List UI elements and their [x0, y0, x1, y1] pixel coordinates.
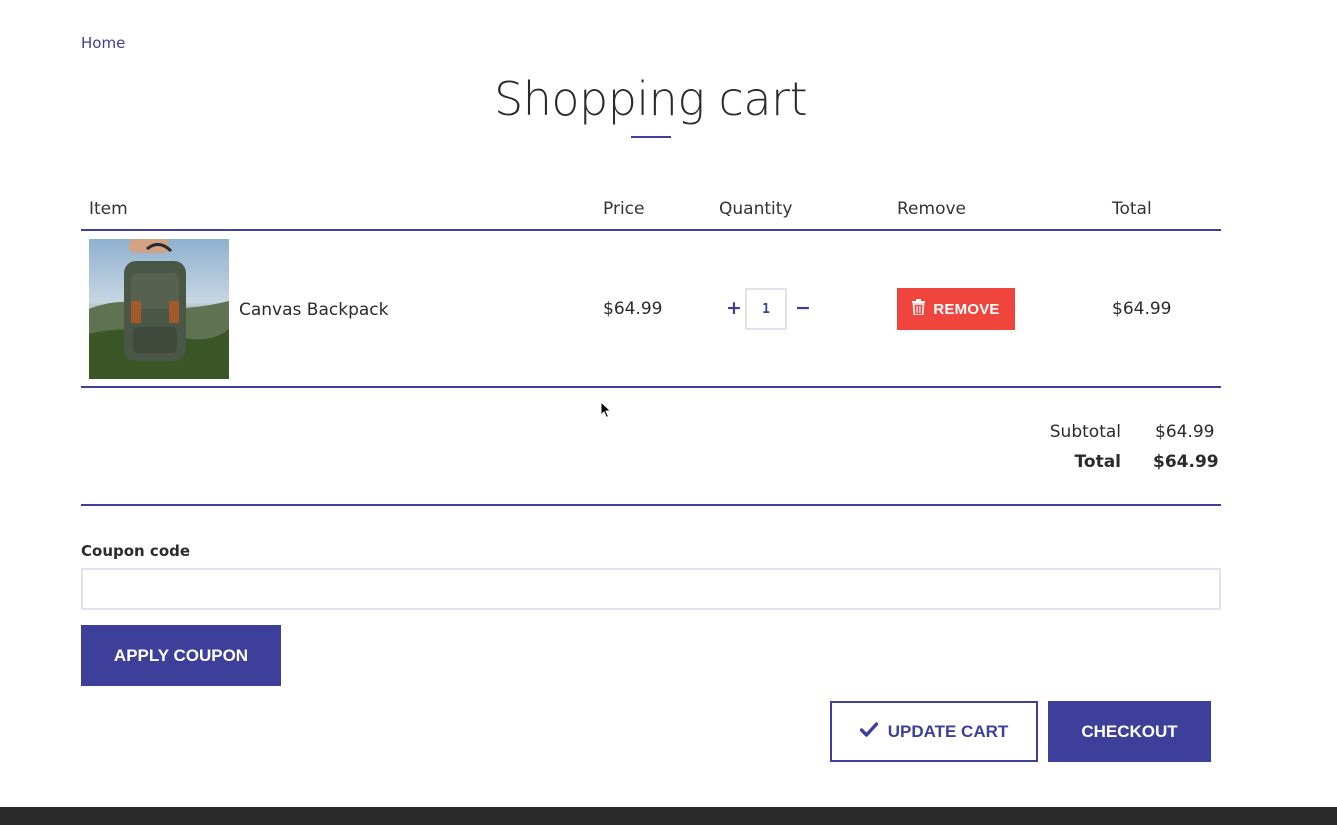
column-header-price: Price	[603, 199, 645, 219]
product-price: $64.99	[603, 299, 663, 319]
apply-coupon-button[interactable]: APPLY COUPON	[81, 625, 281, 686]
summary-divider	[81, 504, 1221, 506]
quantity-decrease-button[interactable]: −	[795, 297, 811, 319]
trash-icon	[912, 299, 926, 319]
page-title: Shopping cart	[494, 72, 807, 126]
coupon-label: Coupon code	[81, 542, 191, 560]
header-divider	[81, 229, 1221, 231]
column-header-quantity: Quantity	[719, 199, 793, 219]
quantity-input[interactable]	[745, 288, 787, 330]
coupon-input[interactable]	[81, 568, 1221, 610]
column-header-remove: Remove	[897, 199, 966, 219]
checkout-button[interactable]: CHECKOUT	[1048, 701, 1211, 762]
row-total: $64.99	[1112, 299, 1172, 319]
product-image[interactable]	[89, 239, 229, 379]
product-name[interactable]: Canvas Backpack	[239, 300, 388, 320]
column-header-total: Total	[1112, 199, 1152, 219]
title-underline	[631, 136, 671, 138]
breadcrumb-home[interactable]: Home	[81, 34, 125, 52]
product-photo	[89, 239, 229, 379]
subtotal-value: $64.99	[1155, 422, 1215, 442]
column-header-item: Item	[89, 199, 128, 219]
quantity-increase-button[interactable]: +	[726, 297, 742, 319]
footer-bar	[0, 807, 1337, 825]
total-value: $64.99	[1153, 452, 1219, 472]
update-cart-button[interactable]: UPDATE CART	[830, 701, 1038, 762]
remove-button[interactable]: REMOVE	[897, 288, 1015, 330]
update-cart-label: UPDATE CART	[887, 721, 1009, 741]
total-label: Total	[1074, 452, 1121, 472]
mouse-cursor-icon	[600, 400, 612, 423]
subtotal-label: Subtotal	[1049, 422, 1121, 442]
checkmark-icon	[859, 721, 878, 742]
row-divider	[81, 386, 1221, 388]
remove-button-label: REMOVE	[933, 300, 1000, 318]
